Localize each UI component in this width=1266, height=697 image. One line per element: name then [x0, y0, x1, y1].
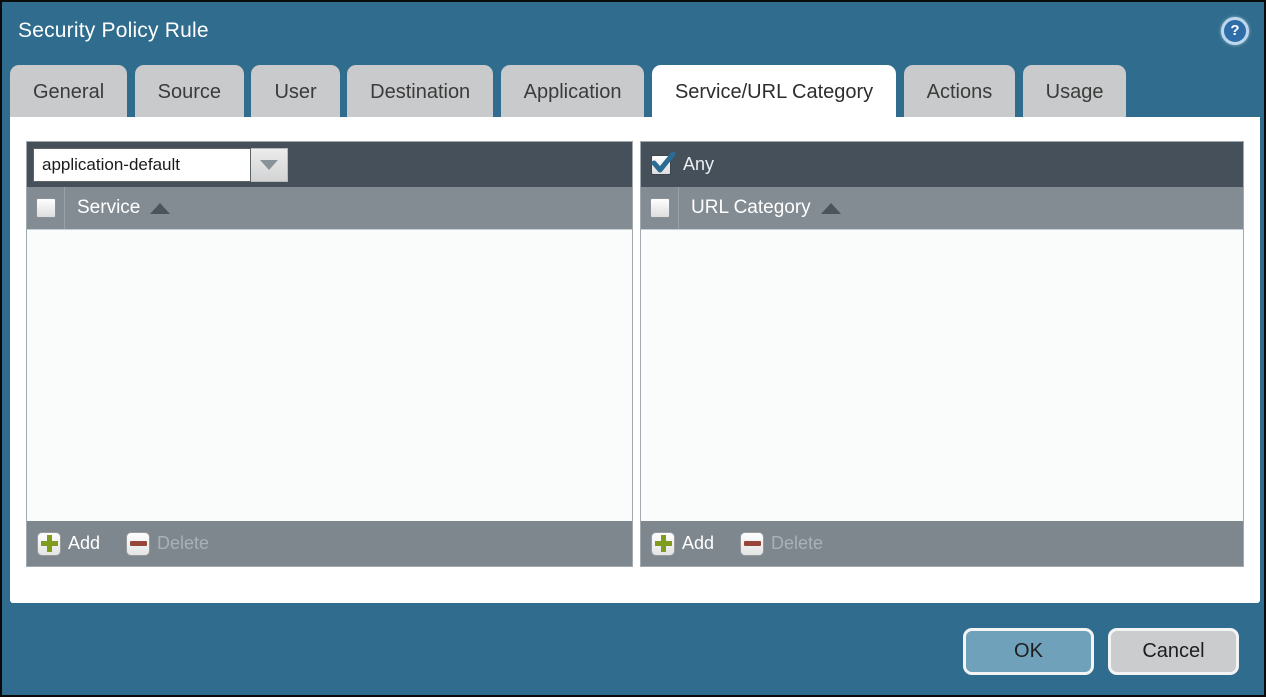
- url-category-select-all-checkbox[interactable]: [650, 198, 670, 218]
- tab-destination[interactable]: Destination: [347, 65, 493, 118]
- url-category-delete-button[interactable]: Delete: [740, 532, 823, 556]
- url-category-panel: Any URL Category Add: [640, 141, 1244, 567]
- url-category-add-button[interactable]: Add: [651, 532, 714, 556]
- sort-ascending-icon[interactable]: [821, 203, 841, 214]
- any-checkbox-label[interactable]: Any: [683, 154, 714, 175]
- chevron-down-icon: [260, 160, 278, 170]
- url-category-column-label[interactable]: URL Category: [691, 197, 811, 219]
- ok-button[interactable]: OK: [963, 628, 1094, 675]
- tab-bar: General Source User Destination Applicat…: [10, 65, 1129, 118]
- tab-user[interactable]: User: [251, 65, 339, 118]
- service-select-all-checkbox[interactable]: [36, 198, 56, 218]
- service-dropdown-button[interactable]: [251, 148, 288, 182]
- tab-usage[interactable]: Usage: [1023, 65, 1127, 118]
- service-panel: Service Add Delete: [26, 141, 633, 567]
- tab-content: Service Add Delete: [10, 117, 1260, 603]
- add-button-label: Add: [682, 533, 714, 554]
- url-category-list: [641, 230, 1243, 521]
- service-list: [27, 230, 632, 521]
- sort-ascending-icon[interactable]: [150, 203, 170, 214]
- url-category-select-all-cell: [641, 187, 679, 229]
- url-category-column-header: URL Category: [641, 187, 1243, 230]
- dialog-title: Security Policy Rule: [18, 19, 209, 43]
- service-panel-header: [27, 142, 632, 187]
- service-add-button[interactable]: Add: [37, 532, 100, 556]
- service-column-header: Service: [27, 187, 632, 230]
- delete-button-label: Delete: [771, 533, 823, 554]
- checkmark-icon: [650, 151, 676, 177]
- help-icon[interactable]: ?: [1221, 17, 1249, 45]
- service-panel-footer: Add Delete: [27, 521, 632, 566]
- security-policy-rule-dialog: Security Policy Rule ? General Source Us…: [0, 0, 1266, 697]
- add-icon: [651, 532, 675, 556]
- add-button-label: Add: [68, 533, 100, 554]
- tab-actions[interactable]: Actions: [904, 65, 1016, 118]
- delete-icon: [126, 532, 150, 556]
- url-category-panel-header: Any: [641, 142, 1243, 187]
- add-icon: [37, 532, 61, 556]
- url-category-panel-footer: Add Delete: [641, 521, 1243, 566]
- any-checkbox[interactable]: [651, 155, 671, 175]
- service-delete-button[interactable]: Delete: [126, 532, 209, 556]
- delete-icon: [740, 532, 764, 556]
- service-column-label[interactable]: Service: [77, 197, 140, 219]
- tab-application[interactable]: Application: [501, 65, 645, 118]
- cancel-button[interactable]: Cancel: [1108, 628, 1239, 675]
- tab-source[interactable]: Source: [135, 65, 244, 118]
- tab-general[interactable]: General: [10, 65, 127, 118]
- tab-service-url-category[interactable]: Service/URL Category: [652, 65, 896, 118]
- delete-button-label: Delete: [157, 533, 209, 554]
- service-select-all-cell: [27, 187, 65, 229]
- service-dropdown-input[interactable]: [33, 148, 251, 182]
